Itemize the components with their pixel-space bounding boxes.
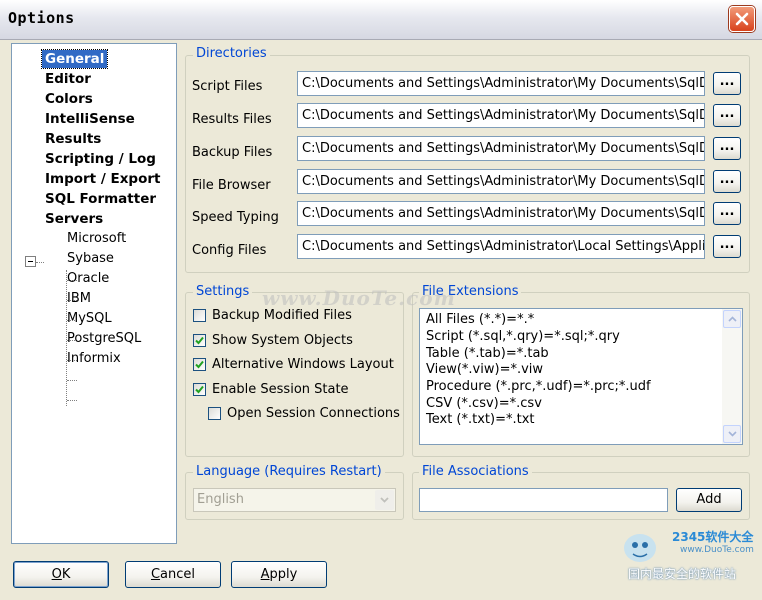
speed-typing-field[interactable]: C:\Documents and Settings\Administrator\… xyxy=(297,201,705,226)
tree-item-postgresql[interactable]: PostgreSQL xyxy=(65,330,143,348)
speed-typing-browse-button[interactable]: ... xyxy=(713,202,741,225)
ok-mnemonic: O xyxy=(51,567,62,582)
extension-line: All Files (*.*)=*.* xyxy=(426,312,535,327)
extension-line: Script (*.sql,*.qry)=*.sql;*.qry xyxy=(426,329,620,344)
speed-typing-label: Speed Typing xyxy=(192,210,279,225)
extension-line: CSV (*.csv)=*.csv xyxy=(426,396,542,411)
config-files-field[interactable]: C:\Documents and Settings\Administrator\… xyxy=(297,234,705,259)
config-files-label: Config Files xyxy=(192,243,267,258)
close-button[interactable] xyxy=(729,6,755,32)
options-tree[interactable]: General Editor Colors IntelliSense Resul… xyxy=(11,43,177,544)
checkbox-box[interactable] xyxy=(193,383,206,396)
backup-files-field[interactable]: C:\Documents and Settings\Administrator\… xyxy=(297,136,705,161)
file-browser-label: File Browser xyxy=(192,178,271,193)
checkbox-label: Open Session Connections xyxy=(227,406,400,421)
tree-item-sql-formatter[interactable]: SQL Formatter xyxy=(42,190,159,208)
apply-button[interactable]: Apply xyxy=(231,561,327,588)
results-files-field[interactable]: C:\Documents and Settings\Administrator\… xyxy=(297,103,705,128)
show-system-objects-checkbox[interactable]: Show System Objects xyxy=(193,333,393,351)
checkbox-label: Backup Modified Files xyxy=(212,308,352,323)
tree-item-oracle[interactable]: Oracle xyxy=(65,270,111,288)
scroll-up-button[interactable] xyxy=(723,310,741,328)
tree-item-colors[interactable]: Colors xyxy=(42,90,96,108)
config-files-browse-button[interactable]: ... xyxy=(713,235,741,258)
checkbox-label: Alternative Windows Layout xyxy=(212,357,394,372)
tree-connector xyxy=(36,262,44,263)
tree-item-intellisense[interactable]: IntelliSense xyxy=(42,110,138,128)
checkbox-box[interactable] xyxy=(193,358,206,371)
title-bar[interactable]: Options xyxy=(0,0,762,40)
extension-line: Procedure (*.prc,*.udf)=*.prc;*.udf xyxy=(426,379,651,394)
window-title: Options xyxy=(8,9,75,27)
tree-item-sybase[interactable]: Sybase xyxy=(65,250,116,268)
ok-label-rest: K xyxy=(61,567,71,582)
tree-item-results[interactable]: Results xyxy=(42,130,104,148)
open-session-connections-checkbox[interactable]: Open Session Connections xyxy=(208,406,400,424)
tree-item-informix[interactable]: Informix xyxy=(65,350,123,368)
checkbox-box[interactable] xyxy=(193,309,206,322)
tree-item-microsoft[interactable]: Microsoft xyxy=(65,230,128,248)
watermark-slogan: 国内最安全的软件站 xyxy=(628,567,737,581)
checkbox-label: Enable Session State xyxy=(212,382,349,397)
dropdown-button[interactable] xyxy=(375,490,394,510)
close-icon xyxy=(735,12,749,26)
chevron-down-icon xyxy=(728,431,737,437)
chevron-up-icon xyxy=(728,316,737,322)
extension-line: Table (*.tab)=*.tab xyxy=(426,346,549,361)
script-files-field[interactable]: C:\Documents and Settings\Administrator\… xyxy=(297,71,705,96)
tree-item-general[interactable]: General xyxy=(40,49,109,69)
chevron-down-icon xyxy=(380,497,389,503)
ok-button[interactable]: OK xyxy=(13,561,109,588)
checkmark-icon xyxy=(195,336,204,345)
alternative-windows-layout-checkbox[interactable]: Alternative Windows Layout xyxy=(193,357,398,375)
file-associations-legend: File Associations xyxy=(419,464,532,479)
directories-legend: Directories xyxy=(193,46,270,61)
backup-files-label: Backup Files xyxy=(192,145,273,160)
checkmark-icon xyxy=(195,385,204,394)
scroll-down-button[interactable] xyxy=(723,425,741,443)
extension-line: Text (*.txt)=*.txt xyxy=(426,412,535,427)
cancel-button[interactable]: Cancel xyxy=(125,561,221,588)
checkmark-icon xyxy=(195,360,204,369)
watermark-url: www.DuoTe.com xyxy=(680,545,754,555)
file-browser-browse-button[interactable]: ... xyxy=(713,170,741,193)
apply-label-rest: pply xyxy=(269,567,298,582)
tree-item-mysql[interactable]: MySQL xyxy=(65,310,114,328)
watermark-brand: 2345软件大全 xyxy=(672,530,754,544)
language-legend: Language (Requires Restart) xyxy=(193,464,385,479)
tree-item-servers[interactable]: Servers xyxy=(42,210,106,228)
watermark-text: www.DuoTe.com xyxy=(262,286,456,310)
cancel-mnemonic: C xyxy=(150,567,161,582)
tree-item-editor[interactable]: Editor xyxy=(42,70,94,88)
results-files-label: Results Files xyxy=(192,112,272,127)
backup-modified-files-checkbox[interactable]: Backup Modified Files xyxy=(193,308,393,326)
add-button[interactable]: Add xyxy=(676,488,742,512)
file-browser-field[interactable]: C:\Documents and Settings\Administrator\… xyxy=(297,169,705,194)
tree-item-ibm[interactable]: IBM xyxy=(65,290,93,308)
apply-mnemonic: A xyxy=(260,567,270,582)
extension-line: View(*.viw)=*.viw xyxy=(426,362,544,377)
script-files-label: Script Files xyxy=(192,79,263,94)
checkbox-box[interactable] xyxy=(193,334,206,347)
cancel-label-rest: ancel xyxy=(160,567,196,582)
language-select-value: English xyxy=(197,492,244,507)
tree-connector xyxy=(67,380,77,381)
results-files-browse-button[interactable]: ... xyxy=(713,104,741,127)
settings-legend: Settings xyxy=(193,284,253,299)
checkbox-label: Show System Objects xyxy=(212,333,353,348)
tree-item-scripting-log[interactable]: Scripting / Log xyxy=(42,150,159,168)
backup-files-browse-button[interactable]: ... xyxy=(713,137,741,160)
collapse-icon[interactable] xyxy=(25,256,36,267)
tree-item-import-export[interactable]: Import / Export xyxy=(42,170,163,188)
checkbox-box[interactable] xyxy=(208,407,221,420)
vertical-scrollbar[interactable] xyxy=(722,309,742,444)
file-extensions-textarea[interactable]: All Files (*.*)=*.* Script (*.sql,*.qry)… xyxy=(419,308,743,445)
script-files-browse-button[interactable]: ... xyxy=(713,72,741,95)
file-association-input[interactable] xyxy=(419,488,668,512)
language-select[interactable]: English xyxy=(193,488,396,512)
tree-connector xyxy=(67,400,77,401)
enable-session-state-checkbox[interactable]: Enable Session State xyxy=(193,382,393,400)
